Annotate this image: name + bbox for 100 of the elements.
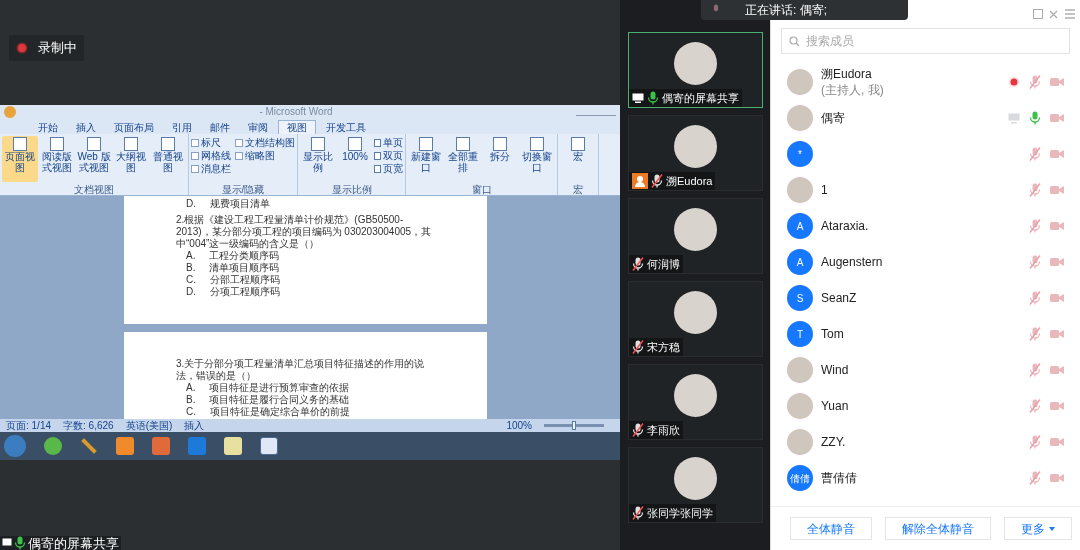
ribbon-button[interactable]: 全部重排 [445, 136, 481, 182]
member-row[interactable]: ZZY. [771, 424, 1080, 460]
checkbox[interactable] [235, 138, 243, 147]
ribbon-button[interactable]: Web 版式视图 [76, 136, 112, 182]
member-row[interactable]: S SeanZ [771, 280, 1080, 316]
video-tile[interactable]: 李雨欣 [628, 364, 763, 440]
view-icon [161, 137, 175, 151]
share-label: 偶寄的屏幕共享 [0, 536, 121, 550]
member-row[interactable]: 偶寄 [771, 100, 1080, 136]
view-icon [348, 137, 362, 151]
checkbox[interactable] [235, 151, 243, 160]
camera-off-icon[interactable] [1050, 77, 1064, 87]
avatar [787, 105, 813, 131]
checkbox-label: 缩略图 [245, 150, 275, 161]
ribbon-button[interactable]: 大纲视图 [113, 136, 149, 182]
ribbon-tab[interactable]: 引用 [164, 121, 200, 134]
ribbon-tab[interactable]: 插入 [68, 121, 104, 134]
checkbox-label: 文档结构图 [245, 137, 295, 148]
ribbon-small-button[interactable]: 单页 [374, 136, 403, 149]
ribbon-button[interactable]: 100% [337, 136, 373, 182]
ribbon-button[interactable]: 切换窗口 [519, 136, 555, 182]
ribbon-tab[interactable]: 视图 [278, 120, 316, 134]
record-icon [16, 42, 28, 54]
ribbon-tab[interactable]: 页面布局 [106, 121, 162, 134]
view-icon [571, 137, 585, 151]
member-row[interactable]: Yuan [771, 388, 1080, 424]
ribbon-button[interactable]: 页面视图 [2, 136, 38, 182]
participant-name: 何润博 [647, 256, 680, 272]
member-row[interactable]: * [771, 136, 1080, 172]
camera-off-icon[interactable] [1050, 221, 1064, 231]
camera-off-icon[interactable] [1050, 329, 1064, 339]
checkbox[interactable] [191, 151, 199, 160]
member-row[interactable]: A Augenstern [771, 244, 1080, 280]
member-row[interactable]: 倩倩 曹倩倩 [771, 460, 1080, 496]
participant-name: 偶寄的屏幕共享 [662, 90, 739, 106]
avatar: T [787, 321, 813, 347]
view-icon [50, 137, 64, 151]
ribbon-button[interactable]: 阅读版式视图 [39, 136, 75, 182]
participant-name: 李雨欣 [647, 422, 680, 438]
member-row[interactable]: A Ataraxia. [771, 208, 1080, 244]
app-icon[interactable] [116, 437, 134, 455]
zoom-slider-thumb[interactable] [572, 421, 576, 430]
option-letter: D. [186, 198, 196, 210]
camera-off-icon[interactable] [1050, 473, 1064, 483]
camera-off-icon[interactable] [1050, 257, 1064, 267]
member-row[interactable]: 1 [771, 172, 1080, 208]
ribbon-button[interactable]: 宏 [560, 136, 596, 182]
avatar: * [787, 141, 813, 167]
mute-button[interactable]: 全体静音 [789, 517, 872, 540]
menu-icon[interactable] [1064, 9, 1076, 19]
ribbon-tab[interactable]: 开始 [30, 121, 66, 134]
ribbon-button[interactable]: 新建窗口 [408, 136, 444, 182]
video-tile[interactable]: 偶寄的屏幕共享 [628, 32, 763, 108]
mute-button[interactable]: 解除全体静音 [884, 517, 991, 540]
video-tile[interactable]: 何润博 [628, 198, 763, 274]
ribbon-tab[interactable]: 开发工具 [318, 121, 374, 134]
camera-off-icon[interactable] [1050, 365, 1064, 375]
ribbon-small-button[interactable]: 页宽 [374, 162, 403, 175]
ribbon-tab[interactable]: 邮件 [202, 121, 238, 134]
camera-off-icon[interactable] [1050, 149, 1064, 159]
office-logo-icon[interactable] [4, 106, 16, 118]
option-text: 规费项目清单 [210, 198, 270, 210]
video-tile[interactable]: 张同学张同学 [628, 447, 763, 523]
ribbon-button[interactable]: 显示比例 [300, 136, 336, 182]
avatar [787, 393, 813, 419]
avatar [674, 374, 717, 417]
member-row[interactable]: 溯Eudora (主持人, 我) [771, 64, 1080, 100]
app-icon[interactable] [152, 437, 170, 455]
camera-off-icon[interactable] [1050, 293, 1064, 303]
camera-off-icon[interactable] [1050, 437, 1064, 447]
option-text: 清单项目顺序码 [209, 262, 280, 274]
more-button[interactable]: 更多 [1003, 517, 1072, 540]
camera-off-icon[interactable] [1050, 401, 1064, 411]
ribbon-tab[interactable]: 审阅 [240, 121, 276, 134]
close-icon[interactable] [1049, 9, 1058, 19]
window-title: - Microsoft Word [259, 107, 333, 117]
ribbon-small-button[interactable]: 双页 [374, 149, 403, 162]
video-tile[interactable]: 宋方稳 [628, 281, 763, 357]
checkbox[interactable] [191, 164, 199, 173]
camera-off-icon[interactable] [1050, 185, 1064, 195]
view-icon [493, 137, 507, 151]
ribbon-button[interactable]: 普通视图 [150, 136, 186, 182]
status-text: 插入 [184, 420, 205, 431]
camera-off-icon[interactable] [1050, 113, 1064, 123]
ribbon-button[interactable]: 拆分 [482, 136, 518, 182]
document-app-icon[interactable] [260, 437, 278, 455]
app-icon[interactable] [224, 437, 242, 455]
app-icon[interactable] [44, 437, 62, 455]
avatar [674, 457, 717, 500]
member-row[interactable]: T Tom [771, 316, 1080, 352]
microphone-icon[interactable] [14, 536, 26, 550]
member-row[interactable]: Wind [771, 352, 1080, 388]
question-text: 2.根据《建设工程工程量清单计价规范》(GB50500-2013)，某分部分项工程的项目编码为 030203004005，其中“004”这一级编码的含义是（） [176, 214, 433, 250]
search-field[interactable]: 搜索成员 [781, 28, 1070, 54]
start-icon[interactable] [4, 435, 26, 457]
video-tile[interactable]: 溯Eudora [628, 115, 763, 191]
popout-icon[interactable] [1033, 9, 1043, 19]
microphone-icon[interactable] [647, 91, 659, 105]
checkbox[interactable] [191, 138, 199, 147]
avatar [674, 291, 717, 334]
